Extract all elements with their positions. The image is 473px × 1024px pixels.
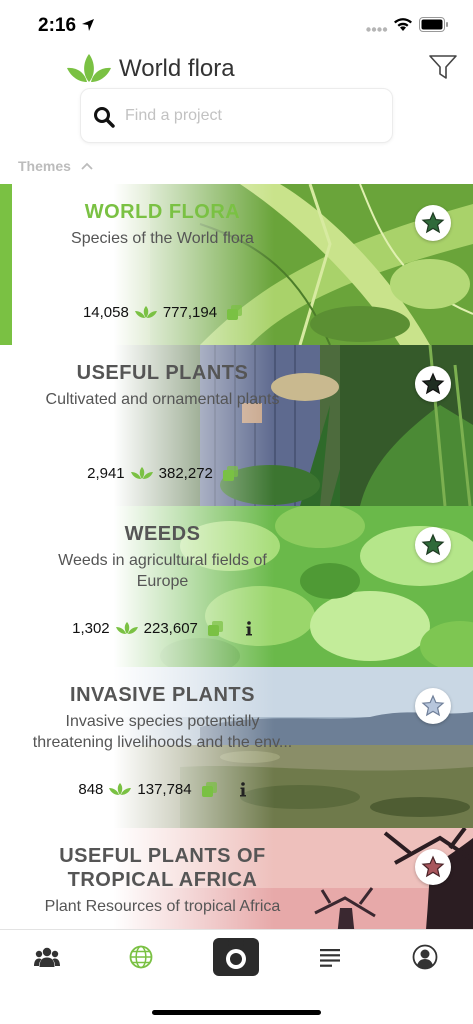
project-card-invasive-plants[interactable]: INVASIVE PLANTS Invasive species potenti… bbox=[0, 667, 473, 828]
project-stats: 848 137,784 bbox=[0, 778, 325, 800]
species-count: 14,058 bbox=[82, 303, 129, 321]
status-bar: 2:16 bbox=[0, 0, 473, 50]
info-icon[interactable] bbox=[245, 620, 253, 636]
bottom-tab-bar bbox=[0, 929, 473, 1024]
project-subtitle: Cultivated and ornamental plants bbox=[45, 391, 280, 408]
tab-community[interactable] bbox=[30, 940, 64, 974]
search-box[interactable] bbox=[80, 88, 393, 143]
favorite-star-button[interactable] bbox=[415, 849, 451, 885]
signal-dots-icon bbox=[366, 27, 388, 32]
images-icon bbox=[222, 465, 238, 481]
project-stats: 2,941 382,272 bbox=[0, 462, 325, 484]
battery-icon bbox=[419, 17, 448, 32]
project-stats: 14,058 777,194 bbox=[0, 301, 325, 323]
tab-observations[interactable] bbox=[313, 940, 347, 974]
globe-icon bbox=[129, 945, 153, 969]
wifi-icon bbox=[394, 18, 412, 31]
project-card-world-flora[interactable]: WORLD FLORA Species of the World flora 1… bbox=[0, 184, 473, 345]
star-icon bbox=[421, 855, 445, 878]
leaf-icon bbox=[130, 467, 153, 479]
images-icon bbox=[201, 781, 217, 797]
project-list: WORLD FLORA Species of the World flora 1… bbox=[0, 184, 473, 929]
filter-icon[interactable] bbox=[428, 53, 458, 81]
favorite-star-button[interactable] bbox=[415, 527, 451, 563]
tab-profile[interactable] bbox=[408, 940, 442, 974]
project-card-useful-plants[interactable]: USEFUL PLANTS Cultivated and ornamental … bbox=[0, 345, 473, 506]
favorite-star-button[interactable] bbox=[415, 366, 451, 402]
image-count: 223,607 bbox=[143, 619, 198, 637]
status-time: 2:16 bbox=[38, 15, 77, 36]
favorite-star-button[interactable] bbox=[415, 688, 451, 724]
star-outline-icon bbox=[421, 694, 445, 717]
leaf-icon bbox=[109, 783, 132, 795]
project-title: INVASIVE PLANTS bbox=[70, 684, 255, 706]
project-subtitle: Weeds in agricultural fields of Europe bbox=[58, 552, 267, 590]
themes-label: Themes bbox=[18, 158, 71, 174]
tab-projects[interactable] bbox=[124, 940, 158, 974]
project-card-weeds[interactable]: WEEDS Weeds in agricultural fields of Eur… bbox=[0, 506, 473, 667]
app-header: World flora bbox=[0, 48, 473, 88]
location-arrow-icon bbox=[82, 19, 94, 31]
search-icon bbox=[94, 107, 115, 128]
image-count: 382,272 bbox=[158, 464, 213, 482]
species-count: 848 bbox=[78, 780, 104, 798]
list-icon bbox=[320, 949, 340, 967]
favorite-star-button[interactable] bbox=[415, 205, 451, 241]
star-icon bbox=[421, 533, 445, 556]
camera-button[interactable] bbox=[213, 938, 259, 976]
images-icon bbox=[227, 304, 243, 320]
star-icon bbox=[421, 211, 445, 234]
plantnet-logo-icon bbox=[67, 54, 111, 82]
camera-icon bbox=[226, 940, 246, 969]
home-indicator bbox=[152, 1010, 321, 1015]
themes-toggle[interactable]: Themes bbox=[18, 157, 93, 175]
project-subtitle: Species of the World flora bbox=[71, 230, 254, 247]
project-stats: 1,302 223,607 bbox=[0, 617, 325, 639]
info-icon[interactable] bbox=[239, 781, 247, 797]
chevron-up-icon bbox=[81, 162, 93, 170]
project-title: USEFUL PLANTS OF TROPICAL AFRICA bbox=[59, 845, 266, 891]
leaf-icon bbox=[134, 306, 157, 318]
project-title: USEFUL PLANTS bbox=[76, 362, 249, 384]
leaf-icon bbox=[115, 622, 138, 634]
star-icon bbox=[421, 372, 445, 395]
images-icon bbox=[207, 620, 223, 636]
project-card-useful-plants-tropical-africa[interactable]: USEFUL PLANTS OF TROPICAL AFRICA Plant Re… bbox=[0, 828, 473, 929]
image-count: 137,784 bbox=[137, 780, 192, 798]
species-count: 1,302 bbox=[72, 619, 110, 637]
community-icon bbox=[34, 947, 60, 967]
image-count: 777,194 bbox=[162, 303, 218, 321]
species-count: 2,941 bbox=[87, 464, 125, 482]
profile-icon bbox=[412, 944, 438, 970]
project-title: WORLD FLORA bbox=[84, 201, 241, 223]
search-input[interactable] bbox=[125, 103, 375, 129]
project-subtitle: Plant Resources of tropical Africa bbox=[44, 898, 281, 915]
project-title: WEEDS bbox=[124, 523, 201, 545]
app-title: World flora bbox=[119, 55, 235, 82]
project-subtitle: Invasive species potentially threatening … bbox=[32, 713, 293, 751]
